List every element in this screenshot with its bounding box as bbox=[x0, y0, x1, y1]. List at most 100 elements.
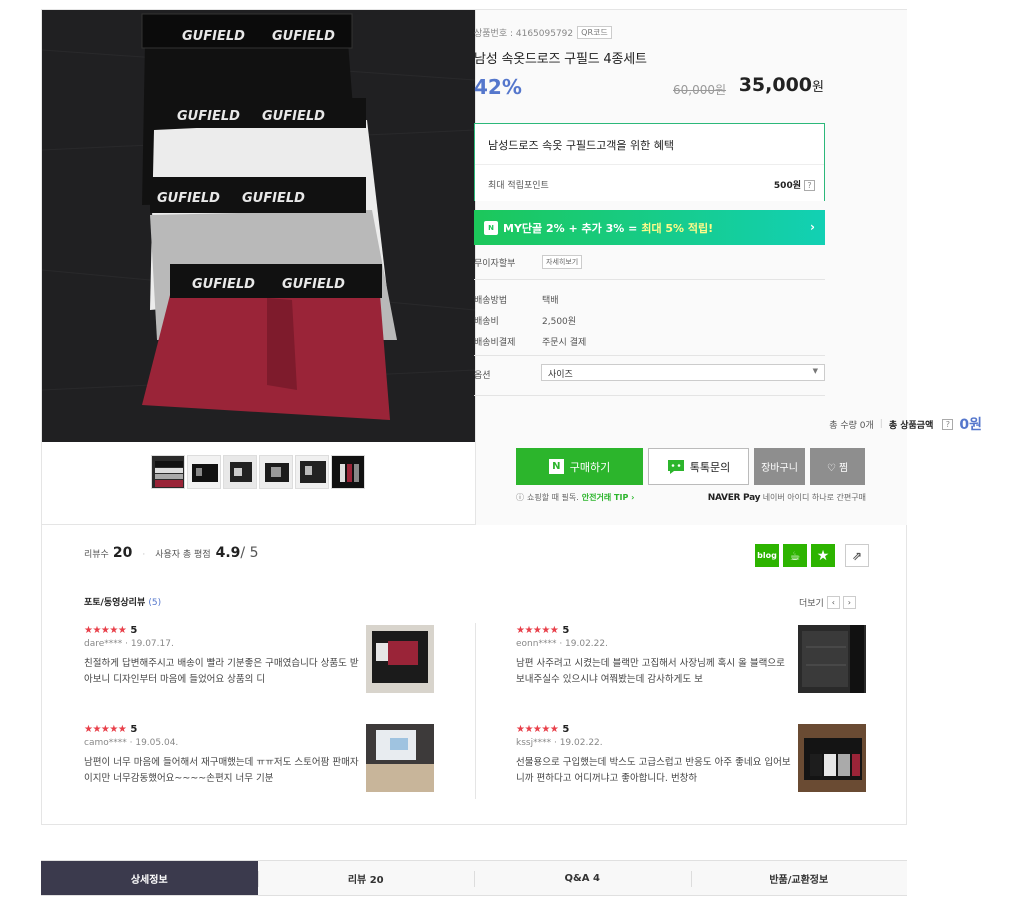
shipping-method-value: 택배 bbox=[542, 296, 559, 306]
chevron-down-icon: ▼ bbox=[812, 367, 818, 375]
shipping-pay-label: 배송비결제 bbox=[474, 338, 516, 348]
qr-code-button[interactable]: QR코드 bbox=[577, 26, 612, 39]
thumbnail-4[interactable] bbox=[259, 455, 293, 489]
naverpay-text: 네이버 아이디 하나로 간편구매 bbox=[762, 493, 866, 502]
review-text: 남편이 너무 마음에 들어해서 재구매했는데 ㅠㅠ저도 스토어팜 판매자이지만 … bbox=[84, 757, 359, 784]
naver-n-icon: N bbox=[484, 220, 498, 235]
info-icon: ⓘ bbox=[516, 493, 524, 502]
review-card[interactable]: ★★★★★ 5 camo**** · 19.05.04. 남편이 너무 마음에 들… bbox=[84, 724, 434, 792]
review-photo[interactable] bbox=[366, 724, 434, 792]
brand-print: GUFIELD bbox=[157, 191, 220, 206]
review-card[interactable]: ★★★★★ 5 eonn**** · 19.02.22. 남편 사주려고 시켰는데… bbox=[516, 625, 866, 693]
shipping-fee-label: 배송비 bbox=[474, 317, 499, 327]
safety-tip: ⓘ 쇼핑할 때 필독. 안전거래 TIP › bbox=[516, 492, 634, 503]
points-label: 최대 적립포인트 bbox=[488, 181, 549, 191]
size-select[interactable]: 사이즈 ▼ bbox=[541, 364, 825, 381]
prev-arrow-icon[interactable]: ‹ bbox=[826, 596, 840, 609]
review-photo[interactable] bbox=[366, 625, 434, 693]
product-number: 상품번호 : 4165095792 bbox=[474, 29, 574, 39]
brand-print: GUFIELD bbox=[182, 29, 245, 44]
thumbnail-5[interactable] bbox=[295, 455, 329, 489]
brand-print: GUFIELD bbox=[272, 29, 335, 44]
total-amount-label: 총 상품금액 bbox=[888, 420, 934, 431]
review-text: 친절하게 답변해주시고 배송이 빨라 기분좋은 구매였습니다 상품도 받아보니 … bbox=[84, 658, 359, 685]
divider bbox=[474, 279, 825, 280]
brand-print: GUFIELD bbox=[262, 109, 325, 124]
points-value: 500원 bbox=[773, 181, 801, 191]
shipping-method-label: 배송방법 bbox=[474, 296, 508, 306]
naverpay-notice: NAVER Pay 네이버 아이디 하나로 간편구매 bbox=[708, 492, 866, 503]
buy-button-label: 구매하기 bbox=[569, 460, 611, 474]
banner-highlight: 최대 5% 적립! bbox=[641, 221, 714, 235]
tab-return-exchange[interactable]: 반품/교환정보 bbox=[690, 861, 908, 895]
divider bbox=[475, 623, 476, 799]
divider bbox=[474, 355, 825, 356]
more-link[interactable]: 더보기 bbox=[799, 596, 824, 609]
brand-print: GUFIELD bbox=[282, 277, 345, 292]
shipping-fee-value: 2,500원 bbox=[542, 317, 577, 327]
thumbnail-strip bbox=[151, 455, 365, 489]
total-summary: 총 수량 0개 | 총 상품금액 ? 0원 bbox=[829, 414, 982, 434]
option-label: 옵션 bbox=[474, 371, 491, 381]
review-card[interactable]: ★★★★★ 5 kssj**** · 19.02.22. 선물용으로 구입했는데 … bbox=[516, 724, 866, 792]
review-photo[interactable] bbox=[798, 625, 866, 693]
review-card[interactable]: ★★★★★ 5 dare**** · 19.07.17. 친절하게 답변해주시고 … bbox=[84, 625, 434, 693]
original-price: 60,000원 bbox=[673, 83, 727, 97]
photo-review-title: 포토/동영상리뷰 bbox=[84, 598, 146, 608]
my-dangol-banner[interactable]: N MY단골 2% + 추가 3% = 최대 5% 적립! › bbox=[474, 210, 825, 245]
rating-label: 사용자 총 평점 bbox=[155, 550, 211, 560]
wishlist-button[interactable]: ♡ 찜 bbox=[810, 448, 865, 485]
benefit-title: 남성드로즈 속옷 구필드고객을 위한 혜택 bbox=[475, 124, 824, 165]
tab-reviews[interactable]: 리뷰 20 bbox=[257, 861, 475, 895]
main-product-image[interactable]: GUFIELD GUFIELD GUFIELD GUFIELD GUFIELD … bbox=[42, 10, 475, 442]
help-icon[interactable]: ? bbox=[804, 180, 815, 191]
product-page: GUFIELD GUFIELD GUFIELD GUFIELD GUFIELD … bbox=[0, 0, 1023, 903]
review-count-label: 리뷰수 bbox=[84, 550, 109, 560]
brand-print: GUFIELD bbox=[192, 277, 255, 292]
buy-button[interactable]: N 구매하기 bbox=[516, 448, 643, 485]
photo-review-count: (5) bbox=[148, 598, 162, 608]
share-icon[interactable]: ⇗ bbox=[845, 544, 869, 567]
safety-tip-link[interactable]: 안전거래 TIP › bbox=[582, 492, 635, 503]
review-text: 남편 사주려고 시켰는데 블랙만 고집해서 사장님께 혹시 올 블랙으로 보내주… bbox=[516, 658, 785, 685]
thumbnail-6[interactable] bbox=[331, 455, 365, 489]
product-title: 남성 속옷드로즈 구필드 4종세트 bbox=[474, 52, 647, 67]
divider bbox=[474, 395, 825, 396]
shipping-fee-row: 배송비 2,500원 bbox=[474, 314, 576, 327]
thumbnail-2[interactable] bbox=[187, 455, 221, 489]
thumbnail-1[interactable] bbox=[151, 455, 185, 489]
review-photo[interactable] bbox=[798, 724, 866, 792]
brand-print: GUFIELD bbox=[177, 109, 240, 124]
rating-average: 4.9 bbox=[215, 545, 241, 561]
installment-row: 무이자할부 자세히보기 bbox=[474, 255, 583, 269]
price-box: 42% 60,000원 35,000원 bbox=[474, 71, 824, 101]
benefit-box: 남성드로즈 속옷 구필드고객을 위한 혜택 최대 적립포인트 500원? bbox=[474, 123, 825, 201]
installment-detail-button[interactable]: 자세히보기 bbox=[542, 255, 583, 269]
naver-n-icon: N bbox=[548, 459, 564, 474]
tab-qna[interactable]: Q&A 4 bbox=[474, 861, 691, 895]
review-summary: 리뷰수 20 · 사용자 총 평점 4.9 / 5 bbox=[84, 545, 259, 561]
talktalk-icon bbox=[667, 459, 684, 474]
total-quantity: 총 수량 0개 bbox=[829, 420, 874, 431]
talktalk-button[interactable]: 톡톡문의 bbox=[648, 448, 749, 485]
blog-share-icon[interactable]: blog bbox=[755, 544, 779, 567]
total-amount: 0원 bbox=[959, 417, 982, 433]
naverpay-logo: NAVER Pay bbox=[707, 493, 761, 503]
help-icon[interactable]: ? bbox=[942, 418, 954, 430]
tab-details[interactable]: 상세정보 bbox=[41, 861, 258, 895]
shipping-pay-value: 주문시 결제 bbox=[542, 338, 587, 348]
chevron-right-icon: › bbox=[810, 220, 815, 234]
star-bookmark-icon[interactable]: ★ bbox=[811, 544, 835, 567]
thumbnail-3[interactable] bbox=[223, 455, 257, 489]
shipping-pay-row: 배송비결제 주문시 결제 bbox=[474, 335, 586, 348]
sale-price: 35,000원 bbox=[738, 74, 824, 96]
cart-button[interactable]: 장바구니 bbox=[754, 448, 805, 485]
review-text: 선물용으로 구입했는데 박스도 고급스럽고 반응도 아주 좋네요 입어보니까 편… bbox=[516, 757, 791, 784]
banner-text: MY단골 2% + 추가 3% = bbox=[503, 221, 638, 235]
shipping-method-row: 배송방법 택배 bbox=[474, 293, 559, 306]
cafe-share-icon[interactable]: ☕ bbox=[783, 544, 807, 567]
photo-review-header: 포토/동영상리뷰 (5) bbox=[84, 595, 161, 608]
brand-print: GUFIELD bbox=[242, 191, 305, 206]
next-arrow-icon[interactable]: › bbox=[842, 596, 856, 609]
review-section: 리뷰수 20 · 사용자 총 평점 4.9 / 5 blog ☕ ★ ⇗ 포토/… bbox=[41, 525, 907, 825]
